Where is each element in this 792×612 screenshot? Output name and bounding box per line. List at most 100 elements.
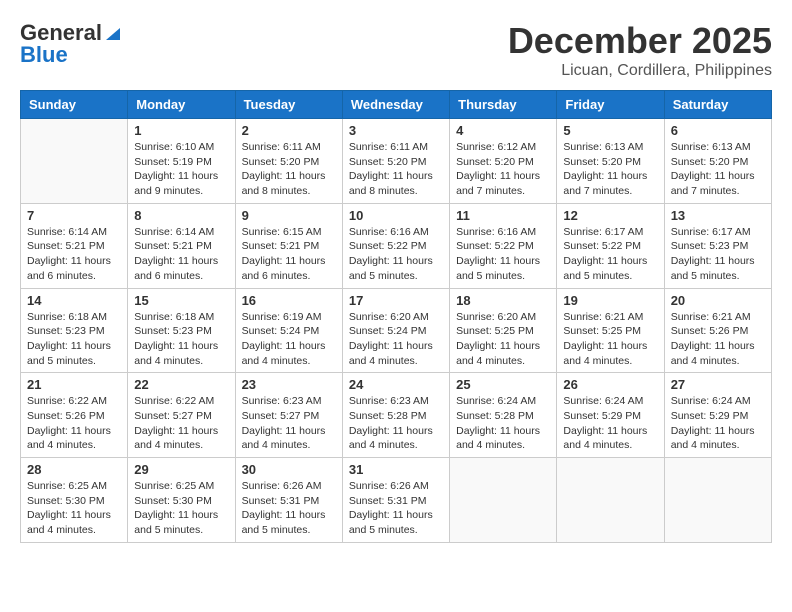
calendar-week-row: 7 Sunrise: 6:14 AMSunset: 5:21 PMDaylight… [21, 203, 772, 288]
table-row: 2 Sunrise: 6:11 AMSunset: 5:20 PMDaylight… [235, 119, 342, 204]
day-info: Sunrise: 6:22 AMSunset: 5:27 PMDaylight:… [134, 394, 228, 453]
col-wednesday: Wednesday [342, 91, 449, 119]
table-row: 11 Sunrise: 6:16 AMSunset: 5:22 PMDayligh… [450, 203, 557, 288]
day-number: 9 [242, 208, 336, 223]
table-row: 6 Sunrise: 6:13 AMSunset: 5:20 PMDaylight… [664, 119, 771, 204]
day-number: 17 [349, 293, 443, 308]
day-info: Sunrise: 6:25 AMSunset: 5:30 PMDaylight:… [134, 479, 228, 538]
day-number: 8 [134, 208, 228, 223]
table-row: 22 Sunrise: 6:22 AMSunset: 5:27 PMDayligh… [128, 373, 235, 458]
table-row: 12 Sunrise: 6:17 AMSunset: 5:22 PMDayligh… [557, 203, 664, 288]
calendar-header-row: Sunday Monday Tuesday Wednesday Thursday… [21, 91, 772, 119]
day-info: Sunrise: 6:20 AMSunset: 5:24 PMDaylight:… [349, 310, 443, 369]
day-info: Sunrise: 6:17 AMSunset: 5:22 PMDaylight:… [563, 225, 657, 284]
day-info: Sunrise: 6:23 AMSunset: 5:27 PMDaylight:… [242, 394, 336, 453]
day-info: Sunrise: 6:26 AMSunset: 5:31 PMDaylight:… [349, 479, 443, 538]
col-thursday: Thursday [450, 91, 557, 119]
table-row: 25Sunrise: 6:24 AMSunset: 5:28 PMDayligh… [450, 373, 557, 458]
day-number: 2 [242, 123, 336, 138]
day-info: Sunrise: 6:13 AMSunset: 5:20 PMDaylight:… [671, 140, 765, 199]
page-header: General Blue December 2025 Licuan, Cordi… [20, 20, 772, 80]
table-row: 27 Sunrise: 6:24 AMSunset: 5:29 PMDayligh… [664, 373, 771, 458]
day-info: Sunrise: 6:11 AMSunset: 5:20 PMDaylight:… [242, 140, 336, 199]
day-number: 21 [27, 377, 121, 392]
day-number: 14 [27, 293, 121, 308]
table-row: 1Sunrise: 6:10 AMSunset: 5:19 PMDaylight… [128, 119, 235, 204]
table-row: 24Sunrise: 6:23 AMSunset: 5:28 PMDayligh… [342, 373, 449, 458]
day-number: 13 [671, 208, 765, 223]
day-info: Sunrise: 6:24 AMSunset: 5:29 PMDaylight:… [671, 394, 765, 453]
table-row: 7Sunrise: 6:14 AMSunset: 5:21 PMDaylight… [21, 203, 128, 288]
col-saturday: Saturday [664, 91, 771, 119]
day-number: 29 [134, 462, 228, 477]
day-info: Sunrise: 6:22 AMSunset: 5:26 PMDaylight:… [27, 394, 121, 453]
table-row: 17 Sunrise: 6:20 AMSunset: 5:24 PMDayligh… [342, 288, 449, 373]
day-number: 24 [349, 377, 443, 392]
table-row: 20Sunrise: 6:21 AMSunset: 5:26 PMDayligh… [664, 288, 771, 373]
table-row: 28Sunrise: 6:25 AMSunset: 5:30 PMDayligh… [21, 458, 128, 543]
day-number: 12 [563, 208, 657, 223]
day-number: 25 [456, 377, 550, 392]
table-row: 15 Sunrise: 6:18 AMSunset: 5:23 PMDayligh… [128, 288, 235, 373]
day-number: 19 [563, 293, 657, 308]
table-row: 26 Sunrise: 6:24 AMSunset: 5:29 PMDayligh… [557, 373, 664, 458]
table-row: 18Sunrise: 6:20 AMSunset: 5:25 PMDayligh… [450, 288, 557, 373]
location-title: Licuan, Cordillera, Philippines [508, 62, 772, 80]
day-info: Sunrise: 6:17 AMSunset: 5:23 PMDaylight:… [671, 225, 765, 284]
col-monday: Monday [128, 91, 235, 119]
day-info: Sunrise: 6:25 AMSunset: 5:30 PMDaylight:… [27, 479, 121, 538]
table-row: 31Sunrise: 6:26 AMSunset: 5:31 PMDayligh… [342, 458, 449, 543]
calendar-week-row: 21 Sunrise: 6:22 AMSunset: 5:26 PMDayligh… [21, 373, 772, 458]
table-row: 5 Sunrise: 6:13 AMSunset: 5:20 PMDaylight… [557, 119, 664, 204]
day-info: Sunrise: 6:26 AMSunset: 5:31 PMDaylight:… [242, 479, 336, 538]
day-number: 7 [27, 208, 121, 223]
day-info: Sunrise: 6:15 AMSunset: 5:21 PMDaylight:… [242, 225, 336, 284]
table-row: 19 Sunrise: 6:21 AMSunset: 5:25 PMDayligh… [557, 288, 664, 373]
day-number: 26 [563, 377, 657, 392]
day-number: 15 [134, 293, 228, 308]
day-info: Sunrise: 6:20 AMSunset: 5:25 PMDaylight:… [456, 310, 550, 369]
table-row: 9 Sunrise: 6:15 AMSunset: 5:21 PMDaylight… [235, 203, 342, 288]
day-number: 27 [671, 377, 765, 392]
table-row: 21 Sunrise: 6:22 AMSunset: 5:26 PMDayligh… [21, 373, 128, 458]
day-info: Sunrise: 6:18 AMSunset: 5:23 PMDaylight:… [134, 310, 228, 369]
day-number: 10 [349, 208, 443, 223]
day-info: Sunrise: 6:18 AMSunset: 5:23 PMDaylight:… [27, 310, 121, 369]
logo: General Blue [20, 20, 122, 68]
table-row: 14 Sunrise: 6:18 AMSunset: 5:23 PMDayligh… [21, 288, 128, 373]
day-info: Sunrise: 6:14 AMSunset: 5:21 PMDaylight:… [134, 225, 228, 284]
day-info: Sunrise: 6:11 AMSunset: 5:20 PMDaylight:… [349, 140, 443, 199]
col-friday: Friday [557, 91, 664, 119]
table-row [664, 458, 771, 543]
day-number: 11 [456, 208, 550, 223]
day-info: Sunrise: 6:12 AMSunset: 5:20 PMDaylight:… [456, 140, 550, 199]
day-info: Sunrise: 6:16 AMSunset: 5:22 PMDaylight:… [349, 225, 443, 284]
table-row: 23Sunrise: 6:23 AMSunset: 5:27 PMDayligh… [235, 373, 342, 458]
calendar-week-row: 14 Sunrise: 6:18 AMSunset: 5:23 PMDayligh… [21, 288, 772, 373]
day-info: Sunrise: 6:21 AMSunset: 5:25 PMDaylight:… [563, 310, 657, 369]
calendar-table: Sunday Monday Tuesday Wednesday Thursday… [20, 90, 772, 543]
col-sunday: Sunday [21, 91, 128, 119]
day-info: Sunrise: 6:21 AMSunset: 5:26 PMDaylight:… [671, 310, 765, 369]
day-info: Sunrise: 6:16 AMSunset: 5:22 PMDaylight:… [456, 225, 550, 284]
day-info: Sunrise: 6:24 AMSunset: 5:29 PMDaylight:… [563, 394, 657, 453]
month-title: December 2025 [508, 20, 772, 62]
day-number: 6 [671, 123, 765, 138]
day-number: 22 [134, 377, 228, 392]
calendar-week-row: 1Sunrise: 6:10 AMSunset: 5:19 PMDaylight… [21, 119, 772, 204]
day-info: Sunrise: 6:10 AMSunset: 5:19 PMDaylight:… [134, 140, 228, 199]
day-number: 3 [349, 123, 443, 138]
table-row: 13 Sunrise: 6:17 AMSunset: 5:23 PMDayligh… [664, 203, 771, 288]
table-row: 8 Sunrise: 6:14 AMSunset: 5:21 PMDaylight… [128, 203, 235, 288]
day-info: Sunrise: 6:13 AMSunset: 5:20 PMDaylight:… [563, 140, 657, 199]
table-row [450, 458, 557, 543]
table-row: 4Sunrise: 6:12 AMSunset: 5:20 PMDaylight… [450, 119, 557, 204]
table-row: 29 Sunrise: 6:25 AMSunset: 5:30 PMDayligh… [128, 458, 235, 543]
table-row: 30 Sunrise: 6:26 AMSunset: 5:31 PMDayligh… [235, 458, 342, 543]
title-block: December 2025 Licuan, Cordillera, Philip… [508, 20, 772, 80]
day-number: 30 [242, 462, 336, 477]
table-row [21, 119, 128, 204]
day-number: 5 [563, 123, 657, 138]
table-row: 10 Sunrise: 6:16 AMSunset: 5:22 PMDayligh… [342, 203, 449, 288]
table-row: 3 Sunrise: 6:11 AMSunset: 5:20 PMDaylight… [342, 119, 449, 204]
